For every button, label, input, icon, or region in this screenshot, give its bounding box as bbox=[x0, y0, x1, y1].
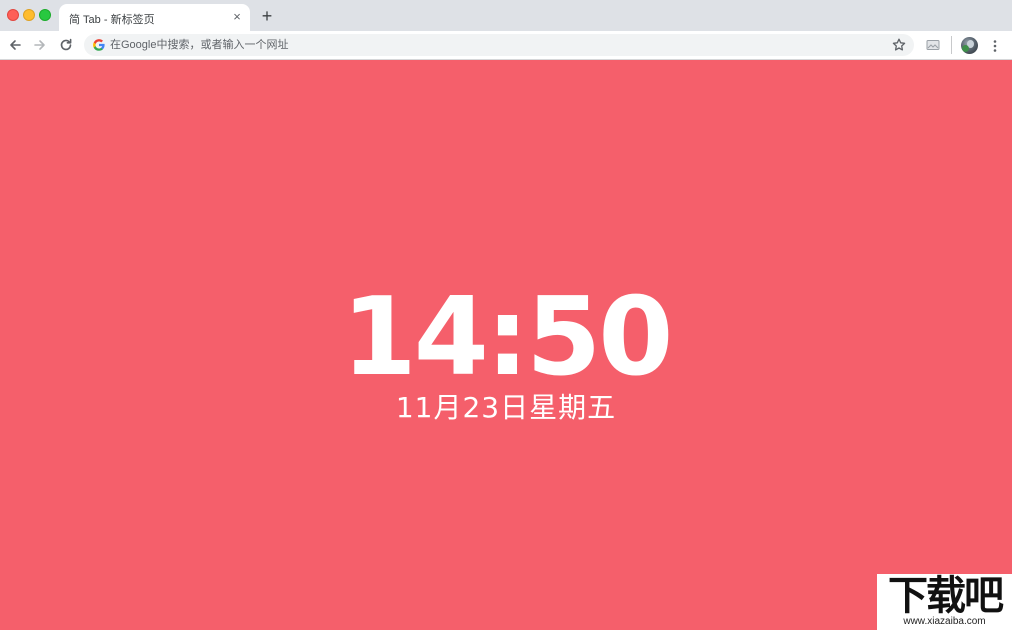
browser-window: 简 Tab - 新标签页 × + 在Google中搜索，或者输入一个网址 14:… bbox=[0, 0, 1012, 630]
forward-button[interactable] bbox=[31, 36, 49, 54]
window-close-button[interactable] bbox=[7, 9, 19, 21]
profile-avatar[interactable] bbox=[961, 37, 978, 54]
browser-toolbar bbox=[0, 31, 1012, 60]
site-watermark: 下载吧 www.xiazaiba.com bbox=[877, 574, 1012, 630]
toolbar-divider bbox=[951, 36, 952, 54]
browser-menu-button[interactable] bbox=[986, 37, 1004, 55]
extension-button[interactable] bbox=[925, 37, 941, 53]
window-minimize-button[interactable] bbox=[23, 9, 35, 21]
clock-time: 14:50 bbox=[341, 275, 674, 400]
reload-icon bbox=[60, 38, 72, 51]
back-button[interactable] bbox=[6, 36, 24, 54]
active-tab[interactable]: 简 Tab - 新标签页 × bbox=[59, 4, 250, 31]
avatar-leaf bbox=[962, 45, 969, 52]
omnibox-input[interactable] bbox=[110, 34, 870, 56]
arrow-left-icon bbox=[10, 40, 21, 50]
clock-date: 11月23日星期五 bbox=[395, 391, 617, 424]
google-g-icon bbox=[93, 39, 105, 51]
watermark-logo: 下载吧 bbox=[888, 573, 1004, 619]
watermark-url: www.xiazaiba.com bbox=[903, 616, 986, 627]
reload-button[interactable] bbox=[57, 36, 75, 54]
more-vert-icon bbox=[993, 40, 997, 52]
new-tab-page: 14:50 11月23日星期五 bbox=[0, 60, 1012, 630]
arrow-right-icon bbox=[34, 40, 45, 50]
picture-icon bbox=[926, 40, 940, 50]
address-bar[interactable] bbox=[84, 34, 914, 56]
tab-close-icon[interactable]: × bbox=[230, 10, 244, 24]
tab-title: 简 Tab - 新标签页 bbox=[69, 14, 155, 26]
window-maximize-button[interactable] bbox=[39, 9, 51, 21]
new-tab-button[interactable]: + bbox=[258, 7, 276, 25]
bookmark-star-button[interactable] bbox=[891, 37, 907, 53]
star-icon bbox=[892, 38, 906, 51]
tab-strip: 简 Tab - 新标签页 × + bbox=[0, 0, 1012, 31]
